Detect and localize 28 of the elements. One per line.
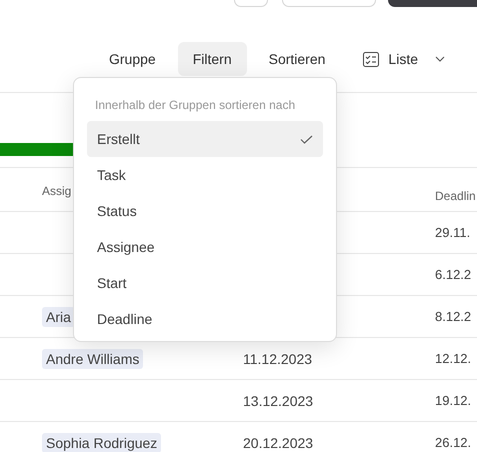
toolbar-tab[interactable]: Filtern xyxy=(178,42,247,76)
checklist-icon xyxy=(363,52,380,66)
menu-item[interactable]: Deadline xyxy=(87,301,323,337)
chevron-down-icon xyxy=(435,56,445,62)
table-cell: 13.12.2023 xyxy=(243,392,314,408)
table-cell-text: 8.12.2 xyxy=(435,309,472,324)
table-cell-text: 12.12. xyxy=(435,351,472,366)
column-header: Assig xyxy=(42,184,72,200)
menu-item[interactable]: Start xyxy=(87,265,323,301)
toolbar-tab[interactable]: Sortieren xyxy=(254,42,340,76)
table-cell-text: 6.12.2 xyxy=(435,267,472,282)
column-header: Deadlin xyxy=(435,189,477,205)
menu-item[interactable]: Task xyxy=(87,157,323,193)
table-cell-text: 29.11. xyxy=(435,225,472,240)
toolbar-tab[interactable]: Gruppe xyxy=(94,42,171,76)
table-cell: 20.12.2023 xyxy=(243,434,314,450)
view-dropdown[interactable]: Liste xyxy=(355,42,445,76)
menu-item[interactable]: Status xyxy=(87,193,323,229)
assignee-tag: Aria xyxy=(42,306,75,326)
menu-item[interactable]: Assignee xyxy=(87,229,323,265)
assignee-tag: Andre Williams xyxy=(42,348,144,368)
table-cell-text: 26.12. xyxy=(435,435,472,450)
menu-heading: Innerhalb der Gruppen sortieren nach xyxy=(95,97,296,114)
check-icon xyxy=(300,134,313,144)
menu-item[interactable]: Erstellt xyxy=(87,121,323,157)
table-cell: 11.12.2023 xyxy=(243,350,312,366)
assignee-tag: Sophia Rodriguez xyxy=(42,432,162,452)
table-cell-text: 19.12. xyxy=(435,393,472,408)
